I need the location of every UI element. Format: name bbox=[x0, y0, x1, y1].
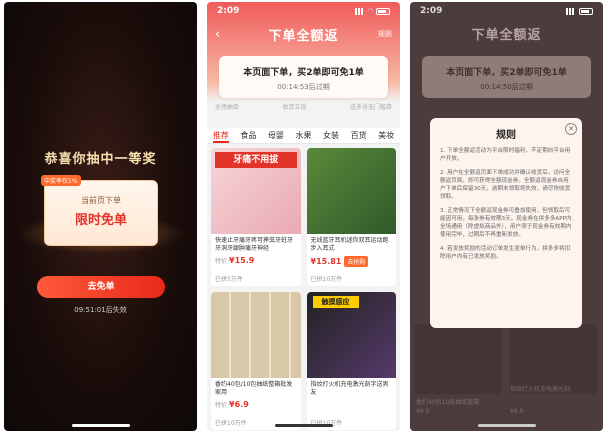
promo-title: 本页面下单，买2单即可免1单 bbox=[243, 68, 364, 78]
screen-prize-win: 恭喜你抽中一等奖 中奖率仅1% 当前页下单 限时免单 去免单 09:51:01后… bbox=[4, 2, 197, 431]
product-image bbox=[211, 292, 301, 378]
price-value: ¥15.9 bbox=[229, 256, 255, 265]
tab-baby[interactable]: 母婴 bbox=[268, 130, 284, 143]
rule-item: 4. 若发放奖励的活动订单发生退单行为，拼多多将扣除用户内有已发放奖励。 bbox=[440, 246, 571, 260]
step-item: 收货立返 bbox=[282, 104, 307, 111]
product-image bbox=[306, 148, 396, 234]
screen-rules-modal: 2:09 下单全额返 本页面下单，买2单即可免1单 00:14:50后过期 香约… bbox=[410, 2, 603, 431]
price-value: ¥6.9 bbox=[229, 400, 249, 409]
product-title: 香约40包/10包抽纸整箱批发家用 bbox=[215, 381, 293, 396]
product-grid: 牙痛不用拔 快速止牙痛牙疼可摔虫牙蛀牙牙洞牙龈肿痛牙神经 特价 ¥15.9 已拼5… bbox=[211, 148, 396, 430]
modal-title: 规则 bbox=[496, 130, 516, 141]
rules-link[interactable]: 规则 bbox=[378, 29, 392, 39]
tab-fruit[interactable]: 水果 bbox=[295, 130, 311, 143]
battery-icon bbox=[579, 7, 593, 15]
status-bar: 2:09 ◠ bbox=[207, 2, 400, 20]
win-rate-badge: 中奖率仅1% bbox=[41, 175, 81, 186]
nav-bar: ‹ 下单全额返 规则 bbox=[207, 24, 400, 44]
tab-beauty[interactable]: 美妆 bbox=[378, 130, 394, 143]
status-time: 2:09 bbox=[217, 6, 240, 16]
close-icon[interactable]: ✕ bbox=[565, 123, 577, 135]
expiry-timer: 09:51:01后失效 bbox=[74, 306, 127, 314]
product-banner: 触摸感应 bbox=[312, 296, 359, 308]
promo-card: 本页面下单，买2单即可免1单 00:14:53后过期 bbox=[219, 56, 388, 98]
congrats-heading: 恭喜你抽中一等奖 bbox=[44, 152, 157, 167]
product-banner: 牙痛不用拔 bbox=[215, 152, 297, 168]
claim-free-order-button[interactable]: 去免单 bbox=[37, 276, 165, 298]
category-tabs: 推荐 食品 母婴 水果 女装 百货 美妆 bbox=[207, 128, 400, 144]
wifi-icon: ◠ bbox=[367, 7, 373, 15]
status-time: 2:09 bbox=[420, 6, 443, 16]
product-card[interactable]: 香约40包/10包抽纸整箱批发家用 特价 ¥6.9 已拼10万件 bbox=[211, 292, 301, 430]
product-image: 触摸感应 bbox=[306, 292, 396, 378]
product-card[interactable]: 触摸感应 指纹打火机充电激光刻字送男友 已拼10万件 bbox=[306, 292, 396, 430]
rule-item: 3. 正常情况下全额返现金券可叠加使用，但领取后可能因可用，每张券有效期3天。现… bbox=[440, 208, 572, 238]
product-price: ¥15.81 去抢购 bbox=[307, 254, 397, 267]
product-price: 特价 ¥6.9 bbox=[211, 398, 301, 409]
rule-item: 2. 用户在全额返页面下单成功并确认收货后，访问全额返页面，即可获得全额现金券。… bbox=[440, 170, 571, 200]
product-price: 特价 ¥15.9 bbox=[211, 254, 301, 265]
page-title: 下单全额返 bbox=[268, 28, 339, 44]
promo-countdown: 00:14:53后过期 bbox=[277, 83, 330, 91]
product-card[interactable]: 牙痛不用拔 快速止牙痛牙疼可摔虫牙蛀牙牙洞牙龈肿痛牙神经 特价 ¥15.9 已拼5… bbox=[211, 148, 301, 286]
back-arrow-icon[interactable]: ‹ bbox=[215, 27, 220, 42]
product-image: 牙痛不用拔 bbox=[211, 148, 301, 234]
tab-recommend[interactable]: 推荐 bbox=[212, 130, 229, 143]
prize-subtitle: 当前页下单 bbox=[81, 196, 121, 205]
buy-button[interactable]: 去抢购 bbox=[344, 256, 369, 267]
battery-icon bbox=[376, 7, 390, 15]
price-value: ¥15.81 bbox=[310, 257, 342, 266]
step-item: 全场抽单 bbox=[215, 104, 240, 111]
screen-full-refund: 2:09 ◠ ‹ 下单全额返 规则 本页面下单，买2单即可免1单 00:14:5… bbox=[207, 2, 400, 431]
product-card[interactable]: 无线蓝牙耳机迷你双耳运动跑步入耳式 ¥15.81 去抢购 已拼10万件 bbox=[306, 148, 397, 286]
tab-food[interactable]: 食品 bbox=[240, 130, 256, 143]
rules-modal: ✕ 规则 1. 下单全额返活动为平台限时福利，不定期向平台用户开放。 2. 用户… bbox=[430, 118, 582, 328]
tab-general[interactable]: 百货 bbox=[351, 130, 367, 143]
product-title: 无线蓝牙耳机迷你双耳运动跑步入耳式 bbox=[310, 237, 389, 252]
status-bar: 2:09 bbox=[410, 2, 603, 20]
rule-item: 1. 下单全额返活动为平台限时福利，不定期向平台用户开放。 bbox=[440, 148, 571, 162]
steps-row: 全场抽单 收货立返 送多张无门槛券 bbox=[215, 102, 392, 111]
product-title: 快速止牙痛牙疼可摔虫牙蛀牙牙洞牙龈肿痛牙神经 bbox=[215, 237, 294, 252]
home-indicator bbox=[477, 424, 536, 427]
prize-card: 中奖率仅1% 当前页下单 限时免单 bbox=[41, 175, 158, 246]
prize-title: 限时免单 bbox=[74, 213, 127, 228]
price-label: 特价 bbox=[215, 402, 228, 409]
signal-icon bbox=[566, 7, 576, 15]
home-indicator bbox=[71, 424, 130, 427]
step-item: 送多张无门槛券 bbox=[349, 104, 392, 111]
tab-women[interactable]: 女装 bbox=[323, 130, 339, 143]
sold-count: 已拼5万件 bbox=[215, 276, 243, 283]
signal-icon bbox=[354, 7, 365, 15]
sold-count: 已拼10万件 bbox=[310, 276, 343, 283]
sold-count: 已拼10万件 bbox=[215, 420, 247, 427]
product-title: 指纹打火机充电激光刻字送男友 bbox=[310, 381, 389, 396]
price-label: 特价 bbox=[215, 258, 228, 265]
home-indicator bbox=[274, 424, 333, 427]
